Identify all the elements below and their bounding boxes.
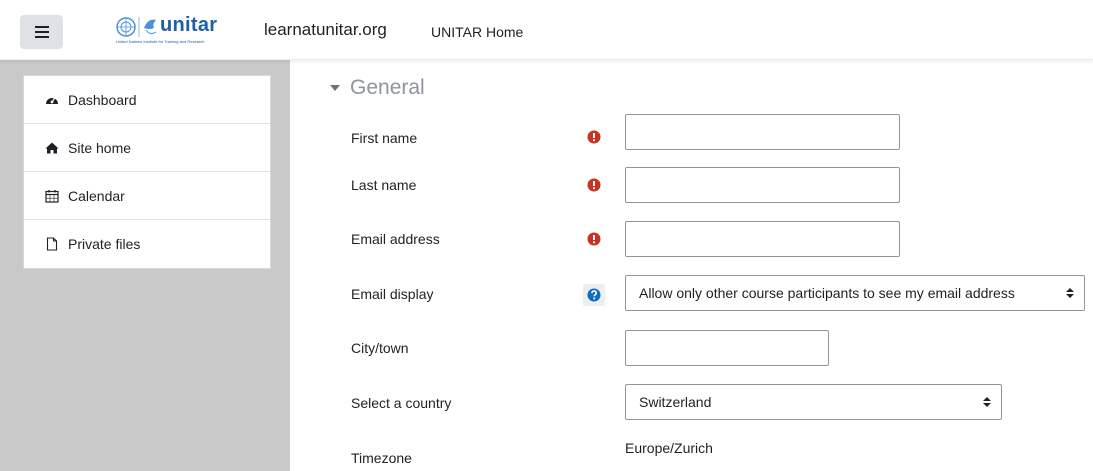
country-select[interactable]: Switzerland: [625, 384, 1002, 420]
required-icon: [587, 178, 601, 192]
nav-list: Dashboard Site home Calendar Private fil…: [23, 75, 271, 269]
main-content: General First name Last name Email addre…: [290, 60, 1093, 471]
help-icon: [587, 288, 601, 302]
logo-tagline: United Nations Institute for Training an…: [116, 39, 205, 44]
last-name-input[interactable]: [625, 167, 900, 203]
email-display-label: Email display: [351, 286, 434, 302]
menu-toggle-button[interactable]: [20, 15, 63, 49]
first-name-label: First name: [351, 130, 418, 146]
timezone-label: Timezone: [351, 450, 412, 466]
nav-item-label: Site home: [68, 139, 132, 156]
country-label: Select a country: [351, 395, 452, 411]
nav-item-private-files[interactable]: Private files: [24, 220, 270, 268]
nav-item-label: Private files: [68, 236, 141, 252]
nav-item-label: Dashboard: [68, 91, 137, 108]
home-icon: [45, 141, 59, 155]
email-input[interactable]: [625, 221, 900, 257]
caret-down-icon: [330, 85, 340, 91]
unitar-home-link[interactable]: UNITAR Home: [431, 24, 523, 40]
city-input[interactable]: [625, 330, 829, 366]
unitar-logo[interactable]: unitar United Nations Institute for Trai…: [116, 14, 228, 46]
select-arrows-icon: [1066, 288, 1074, 298]
file-icon: [45, 237, 59, 251]
select-arrows-icon: [983, 397, 991, 407]
logo-wordmark: unitar: [160, 14, 218, 36]
nav-item-calendar[interactable]: Calendar: [24, 172, 270, 220]
email-label: Email address: [351, 231, 440, 247]
help-button[interactable]: [583, 284, 605, 306]
country-value: Switzerland: [639, 394, 712, 410]
city-label: City/town: [351, 340, 409, 356]
first-name-input[interactable]: [625, 114, 900, 150]
site-title[interactable]: learnatunitar.org: [264, 20, 387, 40]
calendar-icon: [45, 189, 59, 203]
required-icon: [587, 232, 601, 246]
nav-item-site-home[interactable]: Site home: [24, 124, 270, 172]
last-name-label: Last name: [351, 177, 417, 193]
section-title: General: [350, 76, 425, 99]
top-navbar: unitar United Nations Institute for Trai…: [0, 0, 1093, 60]
required-icon: [587, 130, 601, 144]
dashboard-icon: [45, 93, 59, 107]
nav-item-dashboard[interactable]: Dashboard: [24, 76, 270, 124]
section-toggle-general[interactable]: General: [330, 76, 425, 100]
timezone-value: Europe/Zurich: [625, 440, 713, 456]
hamburger-icon: [34, 26, 49, 38]
email-display-value: Allow only other course participants to …: [639, 285, 1015, 301]
email-display-select[interactable]: Allow only other course participants to …: [625, 275, 1085, 311]
nav-drawer: Dashboard Site home Calendar Private fil…: [0, 60, 290, 471]
nav-item-label: Calendar: [68, 187, 125, 204]
